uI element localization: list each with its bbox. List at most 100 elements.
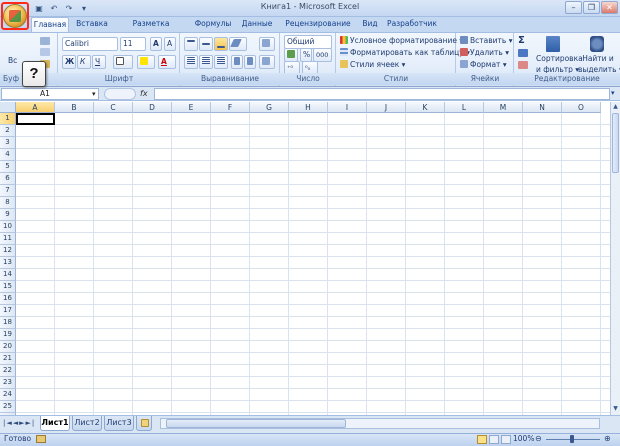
sheet-tab-2[interactable]: Лист2: [72, 416, 102, 431]
customize-qat-icon[interactable]: ▾: [78, 3, 90, 14]
align-left-button[interactable]: [184, 55, 198, 69]
tab-formulas[interactable]: Формулы: [192, 17, 234, 32]
active-cell[interactable]: [16, 113, 55, 125]
row-header-1[interactable]: 1: [0, 113, 16, 125]
number-format-select[interactable]: Общий: [284, 35, 332, 49]
column-header-g[interactable]: G: [250, 102, 289, 113]
tab-page-layout[interactable]: Разметка страницы: [114, 17, 188, 42]
scroll-up-icon[interactable]: ▲: [612, 103, 619, 111]
fill-color-button[interactable]: [137, 55, 155, 69]
tab-home[interactable]: Главная: [31, 17, 69, 33]
row-header-21[interactable]: 21: [0, 353, 16, 365]
row-header-3[interactable]: 3: [0, 137, 16, 149]
row-header-17[interactable]: 17: [0, 305, 16, 317]
bold-button[interactable]: Ж: [62, 55, 76, 69]
redo-icon[interactable]: ↷: [63, 3, 75, 14]
fill-icon[interactable]: [518, 49, 528, 57]
formula-bar-splitter[interactable]: [104, 88, 136, 100]
underline-button[interactable]: Ч: [92, 55, 106, 69]
insert-sheet-button[interactable]: [136, 416, 152, 431]
align-bottom-button[interactable]: [214, 37, 228, 51]
row-header-15[interactable]: 15: [0, 281, 16, 293]
scroll-thumb[interactable]: [612, 113, 619, 173]
column-header-c[interactable]: C: [94, 102, 133, 113]
row-header-10[interactable]: 10: [0, 221, 16, 233]
undo-icon[interactable]: ↶: [48, 3, 60, 14]
align-center-button[interactable]: [199, 55, 213, 69]
borders-button[interactable]: [113, 55, 133, 69]
italic-button[interactable]: К: [77, 55, 91, 69]
decrease-indent-button[interactable]: [231, 55, 243, 69]
scroll-down-icon[interactable]: ▼: [612, 405, 619, 413]
tab-developer[interactable]: Разработчик: [386, 17, 438, 32]
save-icon[interactable]: ▣: [33, 3, 45, 14]
sort-filter-button[interactable]: Сортировка и фильтр ▾: [536, 53, 583, 75]
align-middle-button[interactable]: [199, 37, 213, 51]
sheet-nav-icon[interactable]: |◄◄►►|: [3, 419, 35, 427]
column-header-f[interactable]: F: [211, 102, 250, 113]
font-name-select[interactable]: Calibri: [62, 37, 118, 51]
increase-indent-button[interactable]: [244, 55, 256, 69]
column-header-e[interactable]: E: [172, 102, 211, 113]
tab-insert[interactable]: Вставка: [72, 17, 112, 32]
row-header-12[interactable]: 12: [0, 245, 16, 257]
format-as-table-button[interactable]: Форматировать как таблицу ▾: [340, 47, 470, 58]
autosum-button[interactable]: Σ: [518, 35, 525, 46]
worksheet-grid[interactable]: ABCDEFGHIJKLMNO 1 2 3 4 5 6 7 8 9 10 11 12 13 14 15 16 1…: [0, 102, 610, 415]
normal-view-icon[interactable]: [477, 435, 487, 444]
close-button[interactable]: ✕: [601, 1, 618, 14]
clear-icon[interactable]: [518, 61, 528, 69]
insert-cells-button[interactable]: Вставить ▾: [460, 35, 512, 46]
column-header-a[interactable]: A: [16, 102, 55, 113]
column-header-n[interactable]: N: [523, 102, 562, 113]
column-header-i[interactable]: I: [328, 102, 367, 113]
zoom-slider-thumb[interactable]: [570, 435, 574, 443]
row-header-9[interactable]: 9: [0, 209, 16, 221]
minimize-button[interactable]: –: [565, 1, 582, 14]
vertical-scrollbar[interactable]: ▲ ▼: [610, 102, 620, 415]
name-box-dropdown-icon[interactable]: ▾: [92, 90, 96, 98]
formula-input[interactable]: [154, 88, 610, 100]
row-header-22[interactable]: 22: [0, 365, 16, 377]
select-all-button[interactable]: [0, 102, 16, 113]
cut-icon[interactable]: [40, 37, 50, 45]
tab-data[interactable]: Данные: [238, 17, 276, 32]
column-header-m[interactable]: M: [484, 102, 523, 113]
row-header-25[interactable]: 25: [0, 401, 16, 413]
font-color-button[interactable]: A: [158, 55, 176, 69]
expand-formula-bar-icon[interactable]: ▾: [611, 89, 615, 97]
shrink-font-button[interactable]: A: [164, 37, 176, 51]
conditional-formatting-button[interactable]: Условное форматирование ▾: [340, 35, 463, 46]
row-header-8[interactable]: 8: [0, 197, 16, 209]
font-size-select[interactable]: 11: [120, 37, 146, 51]
row-header-5[interactable]: 5: [0, 161, 16, 173]
column-header-h[interactable]: H: [289, 102, 328, 113]
column-header-o[interactable]: O: [562, 102, 601, 113]
row-header-11[interactable]: 11: [0, 233, 16, 245]
page-layout-view-icon[interactable]: [489, 435, 499, 444]
align-top-button[interactable]: [184, 37, 198, 51]
wrap-text-button[interactable]: [259, 37, 275, 51]
column-header-k[interactable]: K: [406, 102, 445, 113]
delete-cells-button[interactable]: Удалить ▾: [460, 47, 509, 58]
row-header-13[interactable]: 13: [0, 257, 16, 269]
tab-view[interactable]: Вид: [358, 17, 382, 32]
page-break-view-icon[interactable]: [501, 435, 511, 444]
row-header-6[interactable]: 6: [0, 173, 16, 185]
row-header-18[interactable]: 18: [0, 317, 16, 329]
row-header-14[interactable]: 14: [0, 269, 16, 281]
sheet-tab-3[interactable]: Лист3: [104, 416, 134, 431]
grow-font-button[interactable]: A: [150, 37, 162, 51]
column-header-d[interactable]: D: [133, 102, 172, 113]
insert-function-button[interactable]: fx: [140, 89, 148, 98]
restore-button[interactable]: ❐: [583, 1, 600, 14]
row-header-4[interactable]: 4: [0, 149, 16, 161]
column-header-l[interactable]: L: [445, 102, 484, 113]
copy-icon[interactable]: [40, 48, 50, 56]
horizontal-scroll-thumb[interactable]: [166, 419, 346, 428]
merge-center-button[interactable]: [259, 55, 275, 69]
row-header-16[interactable]: 16: [0, 293, 16, 305]
row-header-19[interactable]: 19: [0, 329, 16, 341]
row-header-2[interactable]: 2: [0, 125, 16, 137]
zoom-out-icon[interactable]: ⊖: [535, 434, 542, 443]
